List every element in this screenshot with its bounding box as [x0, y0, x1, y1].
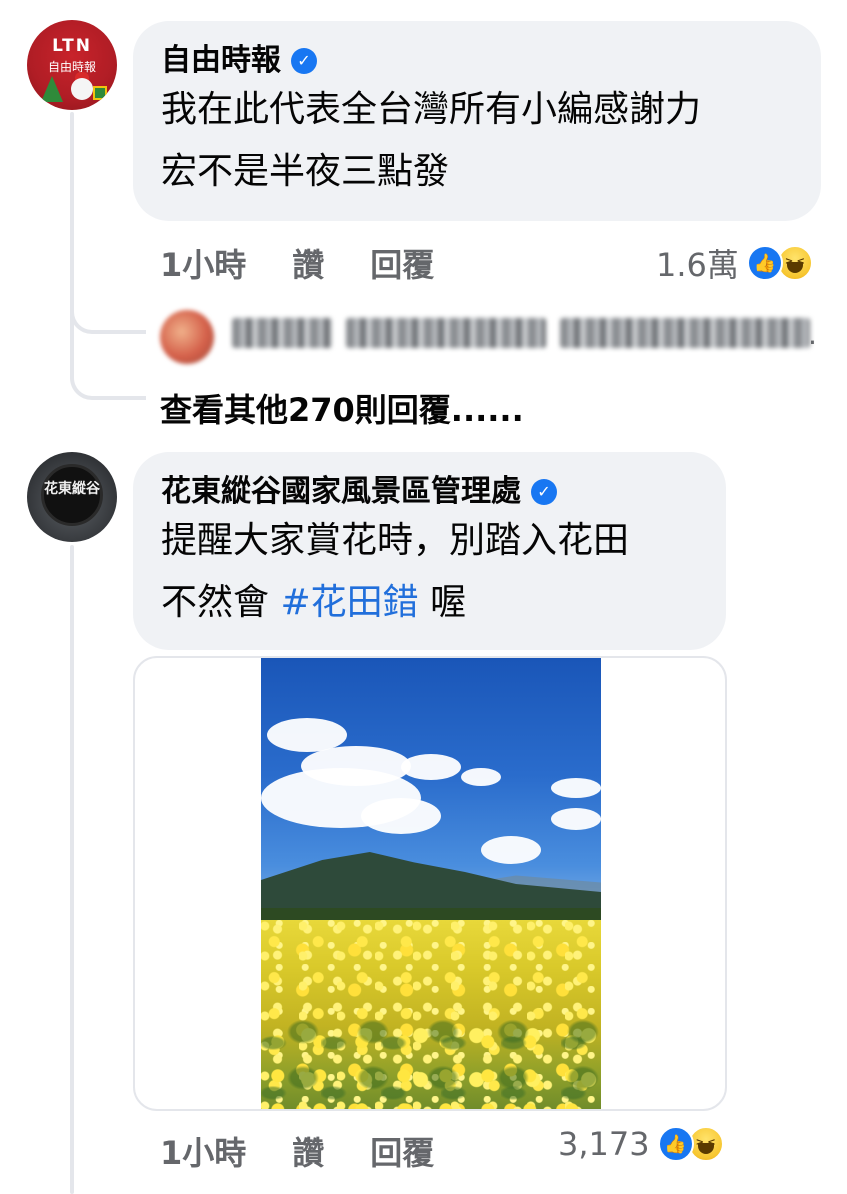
- like-button[interactable]: 讚: [292, 1128, 324, 1174]
- author-name[interactable]: 花東縱谷國家風景區管理處: [161, 474, 521, 510]
- comment-text: 我在此代表全台灣所有小編感謝力 宏不是半夜三點發: [161, 79, 793, 203]
- comment-text-segment: 喔: [430, 582, 467, 623]
- comment-timestamp[interactable]: 1小時: [160, 1128, 246, 1174]
- verified-badge-icon: ✓: [291, 48, 317, 74]
- comment-bubble: 花東縱谷國家風景區管理處 ✓ 提醒大家賞花時，別踏入花田 不然會 #花田錯 喔: [133, 452, 726, 650]
- like-icon: 👍: [657, 1126, 694, 1162]
- comment-text-line: 宏不是半夜三點發: [161, 151, 450, 192]
- comment-text-segment: 不然會: [161, 582, 270, 623]
- reply-preview-blurred[interactable]: [232, 318, 810, 348]
- reaction-count: 3,173: [558, 1125, 650, 1163]
- thread-connector: [70, 300, 146, 400]
- comment-author[interactable]: 自由時報 ✓: [161, 43, 793, 79]
- comment-text: 提醒大家賞花時，別踏入花田 不然會 #花田錯 喔: [161, 510, 698, 634]
- avatar-logo-subtext: 自由時報: [47, 60, 96, 74]
- comment-text-line: 提醒大家賞花時，別踏入花田: [161, 520, 630, 561]
- comment-timestamp[interactable]: 1小時: [160, 240, 246, 286]
- christmas-tree-icon: [41, 76, 63, 102]
- snowman-icon: [71, 78, 93, 100]
- reaction-count: 1.6萬: [656, 246, 739, 284]
- verified-badge-icon: ✓: [531, 479, 557, 505]
- comment-text-line: 我在此代表全台灣所有小編感謝力: [161, 89, 702, 130]
- canola-field-photo[interactable]: [261, 658, 601, 1109]
- ltn-avatar[interactable]: LTN 自由時報: [27, 20, 117, 110]
- like-icon: 👍: [746, 245, 783, 281]
- comment-actions: 1小時 讚 回覆: [160, 240, 434, 286]
- avatar-logo-text: 花東縱谷: [44, 481, 100, 497]
- author-name[interactable]: 自由時報: [161, 43, 281, 79]
- comment-bubble: 自由時報 ✓ 我在此代表全台灣所有小編感謝力 宏不是半夜三點發: [133, 21, 821, 221]
- view-more-replies-link[interactable]: 查看其他270則回覆......: [160, 385, 524, 431]
- avatar-logo-text: LTN: [52, 36, 92, 56]
- reply-button[interactable]: 回覆: [370, 240, 434, 286]
- photo-attachment[interactable]: [133, 656, 727, 1111]
- reaction-summary[interactable]: 1.6萬 👍 ><: [656, 240, 813, 286]
- thread-line: [70, 545, 74, 1194]
- like-button[interactable]: 讚: [292, 240, 324, 286]
- comment-author[interactable]: 花東縱谷國家風景區管理處 ✓: [161, 474, 698, 510]
- reply-button[interactable]: 回覆: [370, 1128, 434, 1174]
- hashtag-link[interactable]: #花田錯: [280, 582, 418, 623]
- hualien-taitung-avatar[interactable]: 花東縱谷: [27, 452, 117, 542]
- reply-avatar-blurred[interactable]: [160, 310, 214, 364]
- reaction-summary[interactable]: 3,173 👍 ><: [558, 1125, 724, 1163]
- comment-actions: 1小時 讚 回覆: [160, 1128, 434, 1174]
- thread-line: [70, 112, 74, 302]
- reply-preview-ellipsis: .: [808, 318, 817, 351]
- gift-icon: [93, 86, 107, 100]
- comment-text-line: 不然會 #花田錯 喔: [161, 572, 698, 634]
- photo-canola-foreground: [261, 1018, 601, 1109]
